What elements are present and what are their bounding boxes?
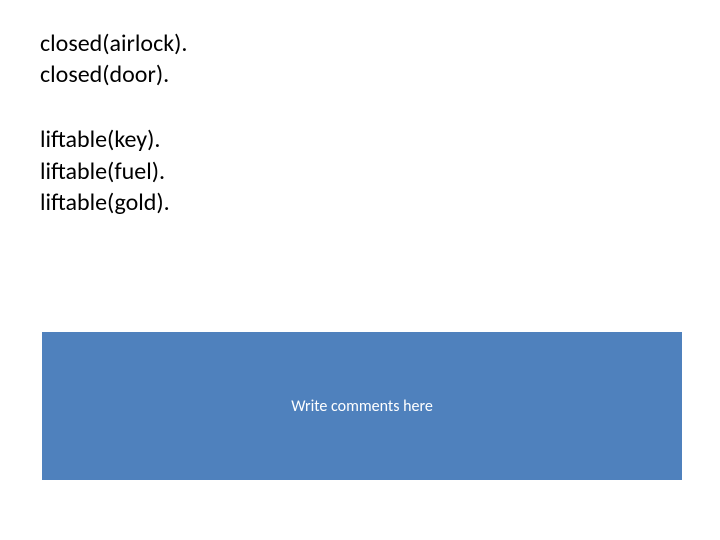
slide: closed(airlock). closed(door). liftable(…: [0, 0, 720, 540]
code-line: liftable(fuel).: [40, 156, 660, 187]
code-content: closed(airlock). closed(door). liftable(…: [40, 28, 660, 218]
code-line: closed(door).: [40, 59, 660, 90]
code-line: liftable(gold).: [40, 187, 660, 218]
comment-placeholder-text: Write comments here: [291, 397, 433, 416]
comment-box[interactable]: Write comments here: [42, 332, 682, 480]
code-line: liftable(key).: [40, 124, 660, 155]
blank-line: [40, 90, 660, 124]
code-line: closed(airlock).: [40, 28, 660, 59]
